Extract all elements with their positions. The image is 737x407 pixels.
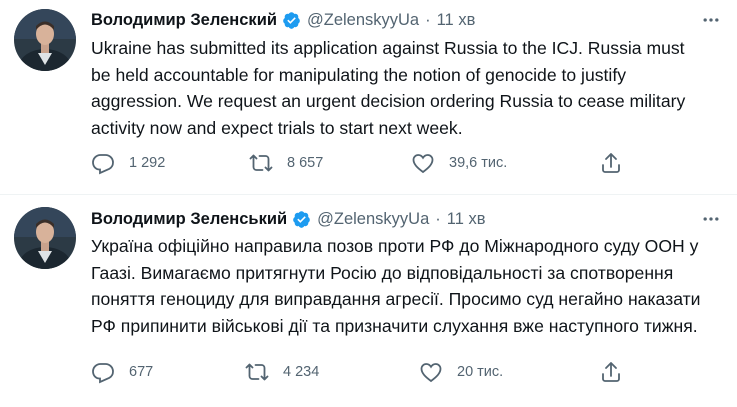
more-icon[interactable] (699, 9, 723, 31)
retweet-icon (249, 151, 273, 175)
author-handle[interactable]: @ZelenskyyUa (317, 210, 429, 229)
like-button[interactable]: 20 тис. (419, 359, 503, 385)
tweet-header: Володимир Зеленський @ZelenskyyUa · 11 х… (91, 208, 737, 230)
verified-badge-icon (282, 11, 301, 30)
separator: · (425, 10, 431, 29)
reply-count: 677 (129, 364, 154, 380)
timestamp[interactable]: 11 хв (447, 210, 486, 229)
avatar-image (14, 207, 76, 269)
author-handle[interactable]: @ZelenskyyUa (307, 11, 419, 30)
like-icon (411, 151, 435, 175)
like-count: 20 тис. (457, 364, 504, 380)
avatar[interactable] (14, 207, 76, 269)
author-name[interactable]: Володимир Зеленський (91, 210, 287, 229)
tweet-actions: 1 292 8 657 39,6 тис. (91, 150, 737, 176)
tweet-header: Володимир Зеленский @ZelenskyyUa · 11 хв (91, 9, 737, 31)
share-icon (599, 151, 623, 175)
reply-button[interactable]: 677 (91, 359, 153, 385)
tweet-actions: 677 4 234 20 тис. (91, 359, 737, 385)
avatar[interactable] (14, 9, 76, 71)
separator: · (435, 209, 441, 228)
author-name[interactable]: Володимир Зеленский (91, 11, 277, 30)
avatar-image (14, 9, 76, 71)
reply-button[interactable]: 1 292 (91, 150, 165, 176)
share-icon (599, 360, 623, 384)
share-button[interactable] (599, 150, 623, 176)
reply-icon (91, 151, 115, 175)
like-icon (419, 360, 443, 384)
tweet[interactable]: Володимир Зеленський @ZelenskyyUa · 11 х… (0, 194, 737, 407)
timestamp[interactable]: 11 хв (437, 11, 476, 30)
retweet-count: 4 234 (283, 364, 320, 380)
tweet-text: Україна офіційно направила позов проти Р… (91, 236, 701, 336)
like-button[interactable]: 39,6 тис. (411, 150, 507, 176)
more-icon[interactable] (699, 208, 723, 230)
share-button[interactable] (599, 359, 623, 385)
reply-count: 1 292 (129, 155, 166, 171)
like-count: 39,6 тис. (449, 155, 508, 171)
retweet-count: 8 657 (287, 155, 324, 171)
retweet-icon (245, 360, 269, 384)
tweet-text: Ukraine has submitted its application ag… (91, 38, 686, 138)
verified-badge-icon (292, 210, 311, 229)
tweet[interactable]: Володимир Зеленский @ZelenskyyUa · 11 хв… (0, 0, 737, 194)
reply-icon (91, 360, 115, 384)
retweet-button[interactable]: 4 234 (245, 359, 319, 385)
retweet-button[interactable]: 8 657 (249, 150, 323, 176)
